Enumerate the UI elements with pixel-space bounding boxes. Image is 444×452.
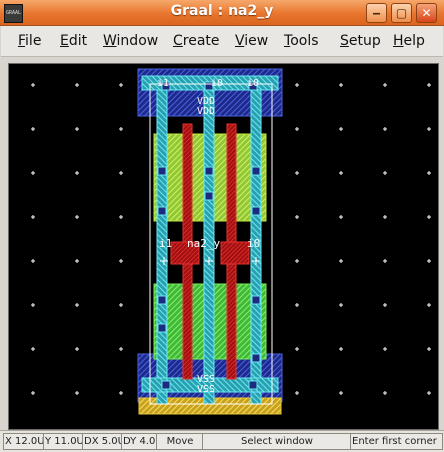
contact	[157, 295, 167, 305]
label-vdd-2: VDD	[197, 106, 215, 117]
menu-tools-label: ools	[290, 33, 319, 49]
label-i0-top: i0	[211, 78, 223, 89]
label-vss-2: VSS	[197, 384, 215, 395]
contact	[251, 353, 261, 363]
menu-window-mnemonic: W	[103, 33, 117, 49]
menu-bar: File Edit Window Create View Tools Setup…	[1, 26, 443, 57]
menu-help-label: elp	[403, 33, 425, 49]
contact	[251, 295, 261, 305]
label-i1-mid: i1	[159, 237, 172, 250]
label-i1-top: i1	[157, 78, 169, 89]
menu-edit-label: dit	[68, 33, 88, 49]
title-bar: GRAAL Graal : na2_y ‒ ▢ ✕	[0, 0, 444, 26]
contact	[251, 166, 261, 176]
contact	[204, 166, 214, 176]
label-cell-name: na2_y	[187, 237, 220, 250]
poly-contact-i0[interactable]	[220, 241, 250, 265]
menu-window-label: indow	[116, 33, 159, 49]
status-y-coordinate: Y 11.0U	[43, 433, 83, 450]
menu-setup-mnemonic: S	[340, 33, 349, 49]
menu-view-label: iew	[244, 33, 269, 49]
menu-edit-mnemonic: E	[60, 33, 69, 49]
menu-window[interactable]: Window	[103, 33, 158, 49]
status-mode: Move	[156, 433, 203, 450]
menu-setup-label: etup	[348, 33, 381, 49]
contact	[251, 206, 261, 216]
contact	[157, 166, 167, 176]
menu-view[interactable]: View	[235, 33, 268, 49]
status-dy-coordinate: DY 4.0U	[121, 433, 157, 450]
layout-canvas[interactable]: i1 i0 i0 VDD VDD i1 na2_y i0 VSS VSS	[8, 63, 439, 430]
status-action: Select window	[202, 433, 351, 450]
minimize-button[interactable]: ‒	[366, 3, 387, 23]
status-prompt: Enter first corner	[350, 433, 443, 450]
status-bar: X 12.0U Y 11.0U DX 5.0U DY 4.0U Move Sel…	[0, 430, 444, 452]
menu-help[interactable]: Help	[393, 33, 425, 49]
label-output-top: i0	[247, 78, 259, 89]
menu-file[interactable]: File	[18, 33, 41, 49]
menu-view-mnemonic: V	[235, 33, 245, 49]
menu-edit[interactable]: Edit	[60, 33, 87, 49]
layout-drawing: i1 i0 i0 VDD VDD i1 na2_y i0 VSS VSS	[31, 68, 431, 415]
menu-setup[interactable]: Setup	[340, 33, 381, 49]
contact	[248, 380, 258, 390]
contact	[157, 206, 167, 216]
contact	[204, 191, 214, 201]
status-dx-coordinate: DX 5.0U	[82, 433, 122, 450]
maximize-button[interactable]: ▢	[391, 3, 412, 23]
contact	[161, 380, 171, 390]
menu-tools[interactable]: Tools	[284, 33, 319, 49]
menu-create-label: reate	[182, 33, 220, 49]
status-x-coordinate: X 12.0U	[3, 433, 44, 450]
menu-file-mnemonic: F	[18, 33, 26, 49]
close-button[interactable]: ✕	[416, 3, 437, 23]
menu-create-mnemonic: C	[173, 33, 183, 49]
menu-create[interactable]: Create	[173, 33, 220, 49]
label-i0-mid: i0	[247, 237, 260, 250]
contact	[157, 323, 167, 333]
menu-help-mnemonic: H	[393, 33, 404, 49]
menu-file-label: ile	[25, 33, 42, 49]
